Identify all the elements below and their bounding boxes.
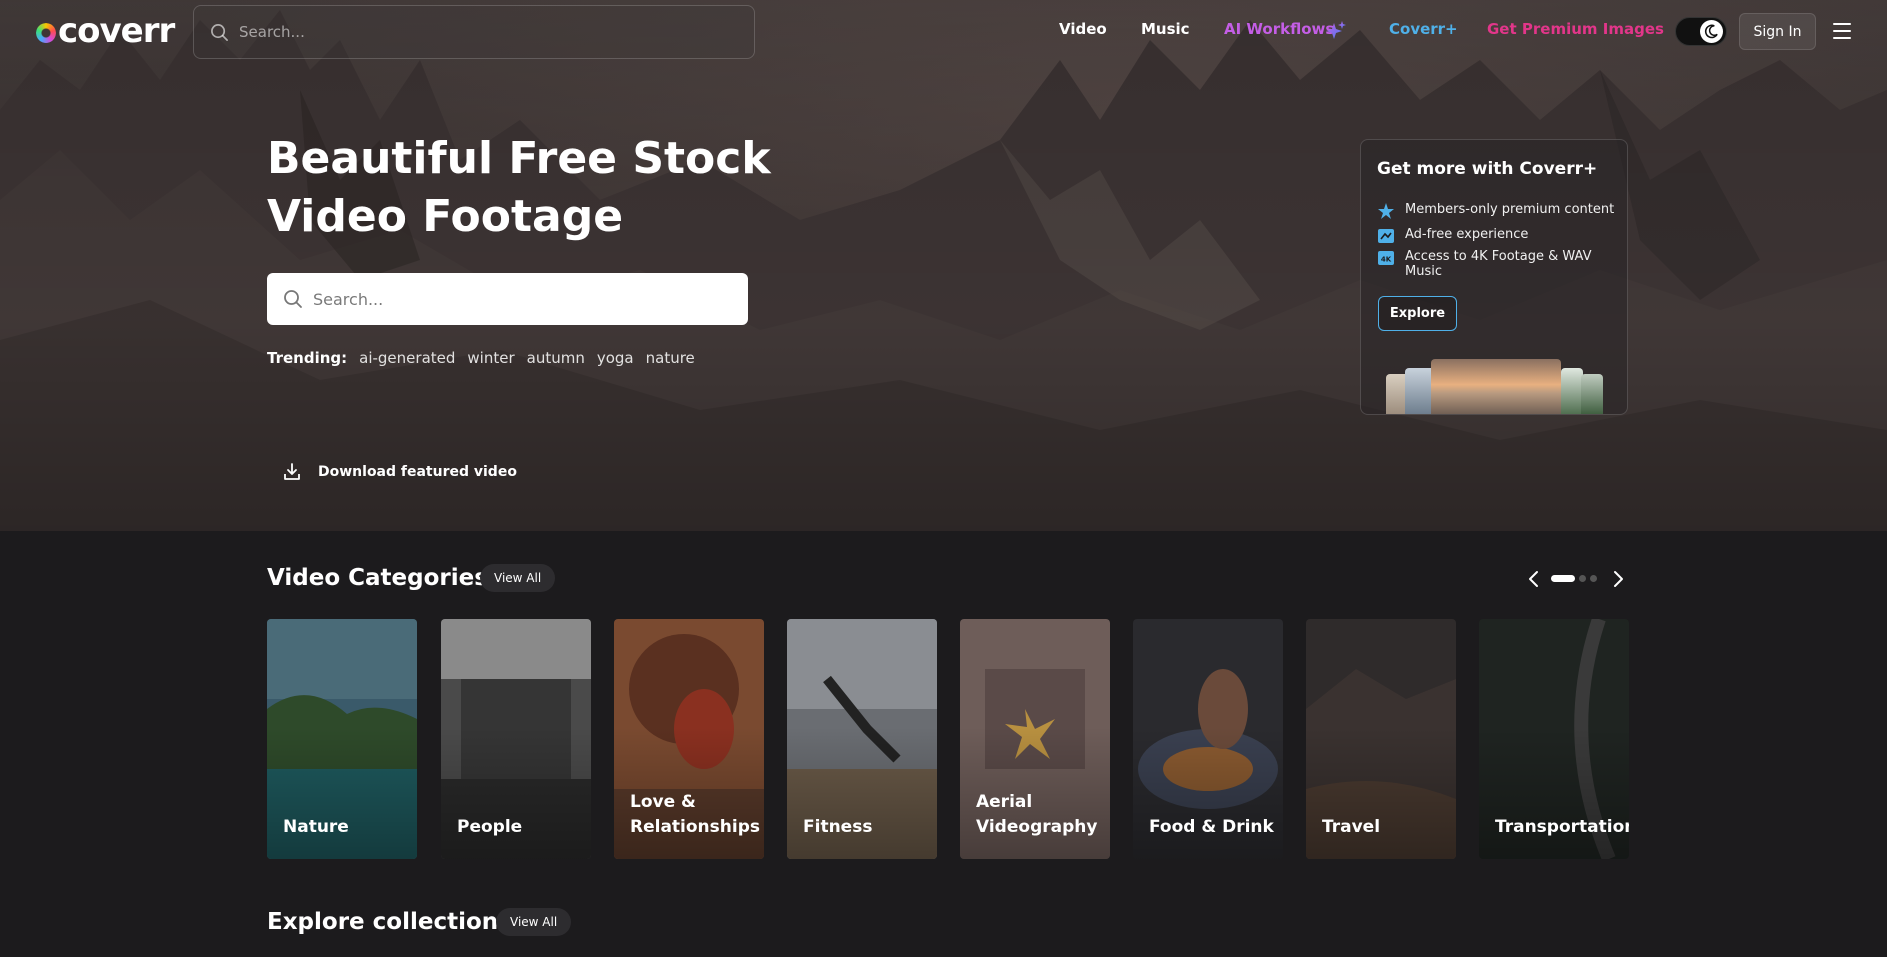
hero-title-line2: Video Footage (267, 191, 624, 242)
chevron-right-icon[interactable] (1606, 567, 1630, 591)
category-card-fitness[interactable]: Fitness (787, 619, 937, 859)
trending-tag[interactable]: yoga (597, 349, 634, 367)
top-navigation: coverr Video Music AI Workflows Coverr+ … (0, 0, 1887, 62)
promo-item: 4K Access to 4K Footage & WAV Music (1377, 249, 1617, 279)
promo-thumbnails (1385, 358, 1605, 414)
explore-collections-title: Explore collections (267, 909, 512, 935)
coverr-logo[interactable]: coverr (36, 8, 175, 54)
category-card-aerial-videography[interactable]: Aerial Videography (960, 619, 1110, 859)
nav-link-music[interactable]: Music (1141, 20, 1190, 38)
promo-item: Ad-free experience (1377, 227, 1617, 245)
theme-toggle[interactable] (1675, 17, 1727, 46)
category-card-food-drink[interactable]: Food & Drink (1133, 619, 1283, 859)
promo-thumbnail (1561, 368, 1583, 414)
nav-search-input[interactable] (239, 23, 719, 41)
trending-tag[interactable]: nature (646, 349, 695, 367)
hero-title-line1: Beautiful Free Stock (267, 133, 771, 184)
collections-view-all-button[interactable]: View All (496, 908, 572, 936)
category-label: Travel (1322, 817, 1381, 837)
nav-link-video[interactable]: Video (1059, 20, 1107, 38)
promo-item: Members-only premium content (1377, 202, 1617, 220)
promo-title: Get more with Coverr+ (1377, 159, 1598, 179)
carousel-dot-active[interactable] (1551, 575, 1575, 582)
hamburger-menu-icon[interactable] (1833, 23, 1851, 39)
category-card-transportation[interactable]: Transportation (1479, 619, 1629, 859)
moon-icon (1700, 20, 1723, 43)
carousel-dot[interactable] (1590, 575, 1597, 582)
nav-link-ai-workflows[interactable]: AI Workflows (1224, 20, 1334, 38)
trending-tag[interactable]: autumn (527, 349, 585, 367)
category-card-love-relationships[interactable]: Love & Relationships (614, 619, 764, 859)
promo-item-label: Members-only premium content (1405, 202, 1615, 217)
logo-text: coverr (58, 11, 175, 51)
download-featured-video-button[interactable]: Download featured video (282, 462, 517, 482)
4k-icon: 4K (1378, 251, 1394, 265)
category-card-people[interactable]: People (441, 619, 591, 859)
nav-link-coverr-plus[interactable]: Coverr+ (1389, 20, 1458, 38)
carousel-pagination (1551, 575, 1601, 582)
search-icon (211, 23, 228, 41)
ad-free-icon (1378, 229, 1394, 243)
download-featured-label: Download featured video (318, 464, 517, 480)
sign-in-button[interactable]: Sign In (1739, 13, 1816, 50)
category-label: People (457, 817, 523, 837)
category-label: Food & Drink (1149, 817, 1274, 837)
svg-text:4K: 4K (1381, 256, 1392, 264)
promo-thumbnail (1581, 374, 1603, 414)
category-label: Love & Relationships (630, 792, 760, 837)
logo-ring-icon (36, 23, 56, 43)
category-card-travel[interactable]: Travel (1306, 619, 1456, 859)
hero-title: Beautiful Free Stock Video Footage (267, 130, 827, 246)
category-label: Aerial Videography (976, 792, 1098, 837)
coverr-plus-promo-card: Get more with Coverr+ Members-only premi… (1360, 139, 1628, 415)
promo-explore-button[interactable]: Explore (1378, 296, 1457, 331)
promo-thumbnail (1431, 359, 1561, 414)
hero-search-input[interactable] (313, 289, 733, 309)
download-icon (284, 463, 300, 480)
promo-item-label: Ad-free experience (1405, 227, 1529, 242)
promo-item-label: Access to 4K Footage & WAV Music (1405, 249, 1592, 279)
category-label: Transportation (1495, 817, 1629, 837)
hero-search-bar[interactable] (267, 273, 748, 325)
nav-link-premium-images[interactable]: Get Premium Images (1487, 20, 1664, 38)
category-label: Nature (283, 817, 349, 837)
categories-view-all-button[interactable]: View All (480, 564, 556, 592)
category-card-nature[interactable]: Nature (267, 619, 417, 859)
chevron-left-icon[interactable] (1522, 567, 1546, 591)
trending-tag[interactable]: winter (467, 349, 514, 367)
trending-tags: Trending: ai-generated winter autumn yog… (267, 349, 707, 367)
trending-label: Trending: (267, 349, 348, 367)
premium-star-icon (1378, 203, 1394, 219)
category-label: Fitness (803, 817, 873, 837)
sparkle-icon (1326, 21, 1346, 39)
search-icon (284, 290, 302, 308)
carousel-dot[interactable] (1579, 575, 1586, 582)
video-categories-title: Video Categories (267, 565, 488, 591)
nav-search-bar[interactable] (193, 5, 755, 59)
trending-tag[interactable]: ai-generated (359, 349, 455, 367)
